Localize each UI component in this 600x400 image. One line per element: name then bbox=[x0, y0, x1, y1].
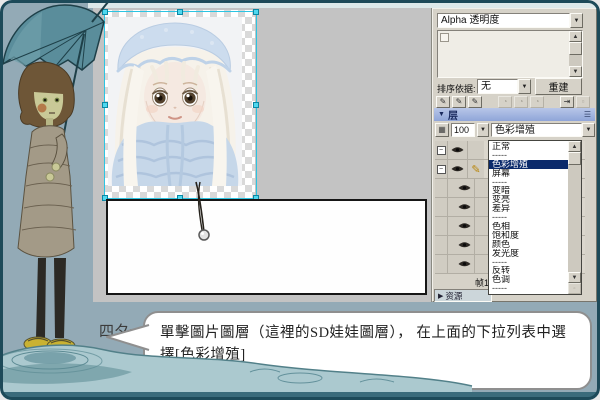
sort-select[interactable]: 无 ▼ bbox=[477, 79, 531, 94]
blend-menu-item[interactable]: 屏幕 bbox=[489, 169, 568, 178]
event-pen-minus-icon[interactable]: ✎ bbox=[468, 96, 482, 108]
blend-mode-select[interactable]: 色彩增殖 ▼ bbox=[491, 123, 595, 137]
opacity-icon[interactable]: ▦ bbox=[435, 123, 449, 137]
blend-menu-item[interactable]: 色相 bbox=[489, 222, 568, 231]
sort-label: 排序依据: bbox=[437, 82, 476, 95]
sort-value: 无 bbox=[477, 79, 518, 94]
scroll-down-icon[interactable]: ▼ bbox=[568, 272, 581, 283]
blend-menu-scrollbar[interactable]: ▲ ▼ ▫ bbox=[568, 141, 581, 294]
eye-icon[interactable] bbox=[448, 141, 468, 159]
scroll-up-icon[interactable]: ▲ bbox=[568, 141, 581, 152]
playback-start-icon: ◔ bbox=[498, 96, 512, 108]
selection-handle[interactable] bbox=[253, 102, 259, 108]
comic-panel-blank bbox=[106, 199, 427, 295]
blend-menu-separator: ----- bbox=[489, 258, 568, 267]
event-list-scrollbar[interactable]: ▲ ▼ bbox=[569, 31, 582, 77]
blend-menu-item[interactable]: 差异 bbox=[489, 204, 568, 213]
discard-event-icon: ▫ bbox=[576, 96, 590, 108]
side-panel: Alpha 透明度 ▼ ▲ ▼ 排序依据: 无 ▼ 重建 ✎ ✎ ✎ ◔ bbox=[432, 8, 597, 302]
frame-label: 帧1 bbox=[435, 276, 489, 289]
alpha-preset-value: Alpha 透明度 bbox=[437, 13, 570, 28]
layer-menu-icon[interactable]: ☰ bbox=[584, 110, 591, 119]
bubble-tail bbox=[103, 318, 151, 356]
window-top-strip bbox=[88, 0, 600, 8]
eye-icon[interactable] bbox=[455, 236, 475, 254]
doll-photo bbox=[108, 17, 242, 186]
blend-menu-separator: ----- bbox=[489, 284, 568, 293]
alpha-preset-select[interactable]: Alpha 透明度 ▼ bbox=[437, 13, 583, 28]
scroll-thumb[interactable] bbox=[569, 42, 582, 55]
apply-event-icon[interactable]: ⇥ bbox=[560, 96, 574, 108]
scroll-down-icon[interactable]: ▼ bbox=[569, 66, 582, 77]
eye-icon[interactable] bbox=[455, 198, 475, 216]
scroll-up-icon[interactable]: ▲ bbox=[569, 31, 582, 42]
chevron-down-icon[interactable]: ▼ bbox=[518, 79, 531, 94]
eye-icon[interactable] bbox=[448, 160, 468, 178]
playback-play-icon: ◔ bbox=[514, 96, 528, 108]
event-list[interactable]: ▲ ▼ bbox=[437, 30, 583, 78]
blend-menu-item[interactable]: 变亮 bbox=[489, 195, 568, 204]
canvas-area[interactable] bbox=[93, 8, 432, 302]
playback-stop-icon: ◔ bbox=[530, 96, 544, 108]
opacity-value[interactable]: 100 bbox=[451, 123, 475, 137]
hanging-cord bbox=[180, 180, 230, 246]
water-puddle bbox=[0, 334, 600, 400]
blend-menu-item[interactable]: 色彩增殖 bbox=[489, 160, 568, 169]
resources-bar[interactable]: ▶ 资源 bbox=[434, 289, 492, 302]
tutorial-image: Alpha 透明度 ▼ ▲ ▼ 排序依据: 无 ▼ 重建 ✎ ✎ ✎ ◔ bbox=[0, 0, 600, 400]
rebuild-button[interactable]: 重建 bbox=[535, 78, 582, 95]
collapse-triangle-icon: ▼ bbox=[438, 111, 445, 118]
chevron-down-icon[interactable]: ▼ bbox=[570, 13, 583, 28]
blend-menu-separator: ----- bbox=[489, 151, 568, 160]
selection-handle[interactable] bbox=[177, 9, 183, 15]
opacity-dropdown-icon[interactable]: ▼ bbox=[477, 123, 489, 137]
expand-icon[interactable]: − bbox=[437, 146, 446, 155]
blend-menu-items: 正常-----色彩增殖屏幕-----变暗变亮差异-----色相饱和度颜色发光度-… bbox=[489, 141, 568, 294]
blend-menu-item[interactable]: 发光度 bbox=[489, 249, 568, 258]
blend-menu-item[interactable]: 颜色 bbox=[489, 240, 568, 249]
layer-panel-title: 层 bbox=[448, 107, 458, 122]
chevron-down-icon[interactable]: ▼ bbox=[582, 123, 595, 137]
resources-label: 资源 bbox=[445, 290, 462, 302]
blend-menu-item[interactable]: 反转 bbox=[489, 266, 568, 275]
expand-triangle-icon: ▶ bbox=[438, 292, 443, 300]
layer-panel-header[interactable]: ▼ 层 ☰ bbox=[434, 108, 595, 121]
blend-menu-item[interactable]: 变暗 bbox=[489, 186, 568, 195]
selection-handle[interactable] bbox=[253, 9, 259, 15]
eye-icon[interactable] bbox=[455, 255, 475, 273]
blend-menu-separator: ----- bbox=[489, 213, 568, 222]
eye-icon[interactable] bbox=[455, 179, 475, 197]
blend-menu-separator: ----- bbox=[489, 178, 568, 187]
blend-menu-item[interactable]: 色调 bbox=[489, 275, 568, 284]
eye-icon[interactable] bbox=[455, 217, 475, 235]
expand-icon[interactable]: − bbox=[437, 165, 446, 174]
blend-menu: 正常-----色彩增殖屏幕-----变暗变亮差异-----色相饱和度颜色发光度-… bbox=[488, 140, 582, 295]
blend-mode-value: 色彩增殖 bbox=[491, 123, 582, 137]
panel-small-button: ▫ bbox=[568, 283, 581, 294]
blend-menu-item[interactable]: 正常 bbox=[489, 142, 568, 151]
scroll-thumb[interactable] bbox=[568, 152, 581, 165]
blend-menu-item[interactable]: 饱和度 bbox=[489, 231, 568, 240]
pencil-icon: ✎ bbox=[468, 160, 484, 178]
event-item-slot[interactable] bbox=[440, 33, 449, 42]
